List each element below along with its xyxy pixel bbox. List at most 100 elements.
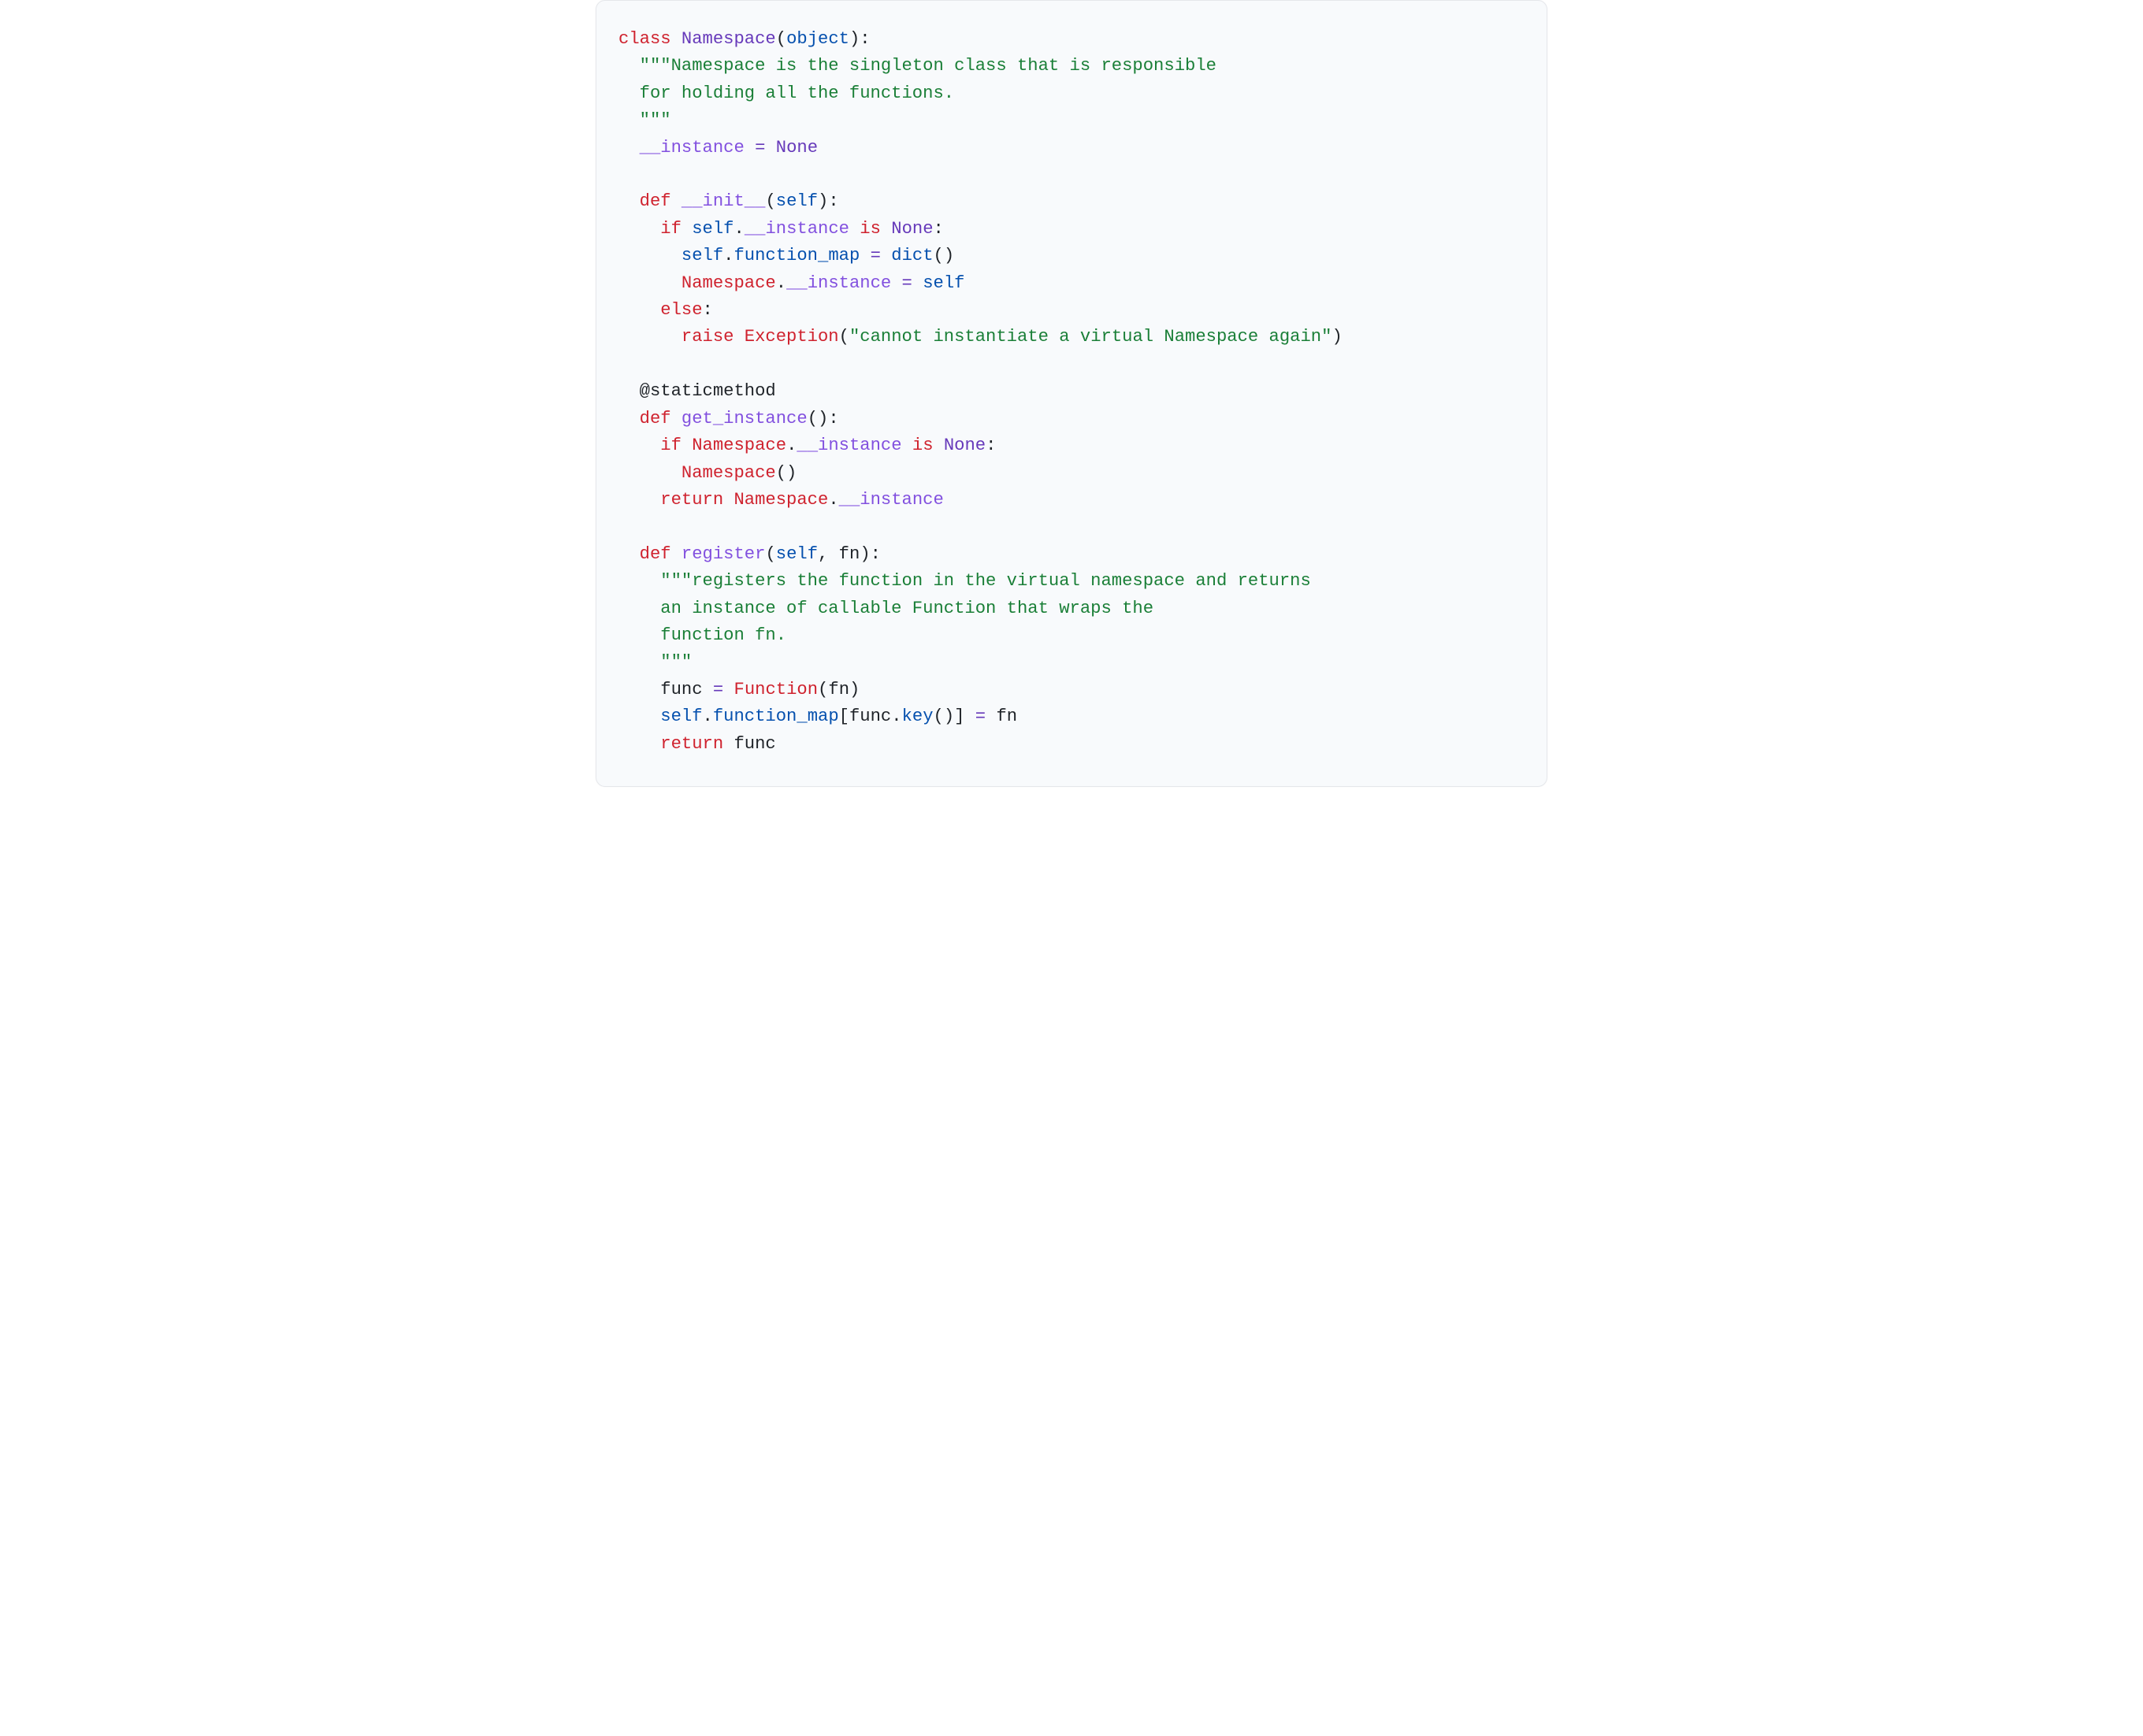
code-line: __instance = None — [618, 138, 818, 158]
code-token: return — [660, 734, 734, 754]
code-token: __instance — [839, 490, 944, 510]
code-token: return — [660, 490, 734, 510]
code-token: Namespace — [734, 490, 828, 510]
code-token — [618, 56, 640, 76]
code-line: else: — [618, 300, 713, 320]
code-token: . — [828, 490, 838, 510]
code-token: Exception — [745, 327, 839, 347]
code-token — [849, 219, 860, 239]
code-line: class Namespace(object): — [618, 29, 871, 49]
code-token: function fn. — [618, 625, 786, 645]
code-line: raise Exception("cannot instantiate a vi… — [618, 327, 1343, 347]
code-block[interactable]: class Namespace(object): """Namespace is… — [618, 26, 1525, 758]
code-token — [912, 273, 923, 293]
code-token: __instance — [640, 138, 745, 158]
code-token — [618, 734, 660, 754]
code-token: ) — [1331, 327, 1342, 347]
code-token: = — [871, 246, 881, 265]
code-token: None — [776, 138, 818, 158]
code-token: def — [640, 191, 682, 211]
code-line: """Namespace is the singleton class that… — [618, 56, 1216, 76]
code-token: . — [703, 707, 713, 726]
code-token — [891, 273, 901, 293]
code-token: Namespace — [682, 29, 776, 49]
code-token: class — [618, 29, 682, 49]
code-line: func = Function(fn) — [618, 680, 860, 699]
code-token: def — [640, 409, 682, 428]
code-card: class Namespace(object): """Namespace is… — [596, 0, 1547, 787]
code-token — [618, 381, 640, 401]
code-token: = — [902, 273, 912, 293]
code-token: : — [703, 300, 713, 320]
code-token: self — [692, 219, 734, 239]
code-token — [618, 436, 660, 455]
code-line: """ — [618, 110, 671, 130]
code-token — [618, 191, 640, 211]
code-token — [964, 707, 975, 726]
code-token: if — [660, 219, 692, 239]
code-token: ( — [776, 29, 786, 49]
code-line: an instance of callable Function that wr… — [618, 599, 1153, 618]
code-token — [618, 463, 682, 483]
code-token: function_map — [734, 246, 860, 265]
code-token: ): — [849, 29, 871, 49]
code-token: = — [755, 138, 765, 158]
code-token: () — [934, 246, 955, 265]
code-token — [860, 246, 870, 265]
code-token — [745, 138, 755, 158]
code-token: . — [776, 273, 786, 293]
code-token: = — [975, 707, 986, 726]
code-token: ( — [839, 327, 849, 347]
code-token: Namespace — [682, 463, 776, 483]
code-token: [ — [839, 707, 849, 726]
code-token — [703, 680, 713, 699]
code-token: self — [682, 246, 723, 265]
code-token: func — [660, 680, 702, 699]
code-line: self.function_map[func.key()] = fn — [618, 707, 1017, 726]
code-token: __instance — [745, 219, 849, 239]
code-token: ( — [765, 191, 775, 211]
code-token — [618, 219, 660, 239]
code-token: () — [776, 463, 797, 483]
code-line: for holding all the functions. — [618, 83, 954, 103]
code-token: ()] — [934, 707, 965, 726]
code-token — [618, 571, 660, 591]
code-token: """Namespace is the singleton class that… — [640, 56, 1216, 76]
code-token: def — [640, 544, 682, 564]
code-token: is — [860, 219, 891, 239]
code-token: ( — [765, 544, 775, 564]
code-token: Function — [734, 680, 819, 699]
code-token: for holding all the functions. — [618, 83, 954, 103]
code-token: self — [776, 544, 818, 564]
code-token: None — [944, 436, 986, 455]
code-token — [618, 300, 660, 320]
code-token: """ — [618, 110, 671, 130]
code-token — [986, 707, 996, 726]
code-line: if Namespace.__instance is None: — [618, 436, 996, 455]
code-token: function_map — [713, 707, 839, 726]
code-token: func — [849, 707, 891, 726]
code-token: __instance — [786, 273, 891, 293]
code-token: . — [891, 707, 901, 726]
code-line: def get_instance(): — [618, 409, 839, 428]
code-token: fn — [839, 544, 860, 564]
code-token: object — [786, 29, 849, 49]
code-token — [618, 409, 640, 428]
code-token — [765, 138, 775, 158]
code-token: func — [734, 734, 775, 754]
code-line: def register(self, fn): — [618, 544, 881, 564]
code-token — [618, 490, 660, 510]
code-token — [902, 436, 912, 455]
code-token: key — [902, 707, 934, 726]
code-token: None — [891, 219, 933, 239]
code-token: . — [786, 436, 797, 455]
code-line: """registers the function in the virtual… — [618, 571, 1311, 591]
code-line: return func — [618, 734, 776, 754]
code-token: . — [723, 246, 734, 265]
code-line: return Namespace.__instance — [618, 490, 944, 510]
code-line: if self.__instance is None: — [618, 219, 944, 239]
code-line: """ — [618, 652, 692, 672]
code-line: self.function_map = dict() — [618, 246, 954, 265]
code-token: is — [912, 436, 944, 455]
code-token: register — [682, 544, 766, 564]
